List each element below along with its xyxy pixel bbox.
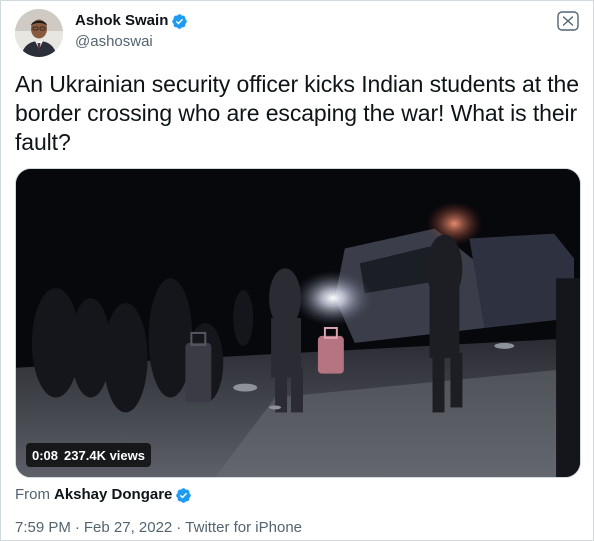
meta-separator: · bbox=[74, 519, 80, 536]
video-duration: 0:08 bbox=[32, 447, 59, 463]
meta-separator: · bbox=[176, 519, 182, 536]
tweet-card: Ashok Swain @ashoswai An Ukrainian secur… bbox=[0, 0, 594, 541]
avatar-image bbox=[15, 9, 63, 57]
author-handle[interactable]: @ashoswai bbox=[75, 32, 153, 52]
video-player[interactable]: 0:08 237.4K views bbox=[15, 168, 581, 478]
tweet-client[interactable]: Twitter for iPhone bbox=[185, 518, 302, 538]
more-options-button[interactable] bbox=[557, 11, 579, 31]
source-prefix: From bbox=[15, 486, 50, 503]
tweet-text: An Ukrainian security officer kicks Indi… bbox=[15, 71, 579, 155]
verified-badge-icon bbox=[175, 487, 192, 504]
author-name-row: Ashok Swain bbox=[75, 11, 188, 31]
video-stats-overlay: 0:08 237.4K views bbox=[26, 443, 151, 467]
avatar[interactable] bbox=[15, 9, 63, 57]
tweet-time[interactable]: 7:59 PM bbox=[15, 518, 71, 538]
author-name[interactable]: Ashok Swain bbox=[75, 11, 168, 31]
verified-badge-icon bbox=[171, 13, 188, 30]
tweet-date[interactable]: Feb 27, 2022 bbox=[84, 518, 172, 538]
source-name[interactable]: Akshay Dongare bbox=[54, 485, 172, 505]
video-source: From Akshay Dongare bbox=[15, 485, 192, 505]
video-views: 237.4K views bbox=[64, 447, 145, 463]
more-options-icon bbox=[557, 11, 579, 31]
tweet-meta: 7:59 PM · Feb 27, 2022 · Twitter for iPh… bbox=[15, 518, 302, 538]
video-thumbnail bbox=[16, 169, 580, 477]
